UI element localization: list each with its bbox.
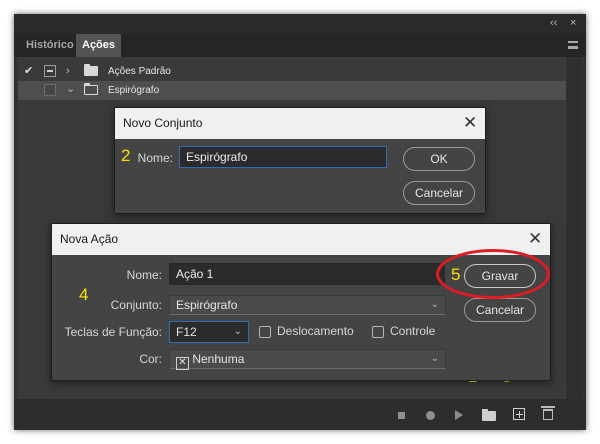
panel-tabbar: Histórico Ações <box>14 34 586 57</box>
set-name-input[interactable] <box>179 146 387 168</box>
ok-button[interactable]: OK <box>403 147 475 171</box>
action-name-input[interactable] <box>169 263 445 285</box>
dialog-toggle-icon[interactable] <box>44 65 56 77</box>
record-icon[interactable] <box>426 411 435 420</box>
shift-checkbox[interactable] <box>259 326 271 338</box>
cancel-button[interactable]: Cancelar <box>403 181 475 205</box>
chevron-down-icon[interactable]: ⌄ <box>66 80 75 99</box>
close-icon[interactable]: ✕ <box>463 114 477 132</box>
close-panel-icon[interactable]: × <box>570 17 576 29</box>
function-key-label: Teclas de Função: <box>64 325 162 339</box>
panel-scrollbar[interactable] <box>566 57 582 399</box>
color-label: Cor: <box>139 352 162 366</box>
set-select[interactable]: Espirógrafo ⌄ <box>169 295 446 315</box>
action-set-label: Ações Padrão <box>108 66 171 77</box>
new-action-icon[interactable] <box>513 408 525 420</box>
control-checkbox[interactable] <box>372 326 384 338</box>
tab-acoes[interactable]: Ações <box>76 34 122 57</box>
toggle-checkmark-icon[interactable]: ✔ <box>24 62 36 81</box>
panel-menu-icon[interactable] <box>568 41 578 49</box>
play-icon[interactable] <box>455 410 463 420</box>
color-select-value: Nenhuma <box>192 352 245 366</box>
shift-label: Deslocamento <box>277 324 354 338</box>
folder-icon <box>84 64 98 76</box>
highlight-circle <box>436 249 550 299</box>
close-icon[interactable]: ✕ <box>528 230 542 248</box>
cancel-button[interactable]: Cancelar <box>464 298 536 322</box>
action-set-row-selected[interactable]: ⌄ Espirógrafo <box>18 81 566 100</box>
tab-historico[interactable]: Histórico <box>20 34 80 57</box>
chevron-down-icon: ⌄ <box>430 353 439 364</box>
new-set-icon[interactable] <box>482 409 496 421</box>
function-key-select[interactable]: F12 ⌄ <box>169 321 249 343</box>
no-color-icon: ✕ <box>176 357 189 370</box>
dialog-toggle-empty-icon[interactable] <box>44 84 56 96</box>
chevron-down-icon: ⌄ <box>430 299 439 310</box>
chevron-down-icon: ⌄ <box>233 326 242 337</box>
chevron-right-icon[interactable]: › <box>66 62 70 81</box>
collapse-icon[interactable]: ‹‹ <box>550 17 557 29</box>
dialog-title: Novo Conjunto <box>115 108 485 139</box>
action-set-row[interactable]: ✔ › Ações Padrão <box>18 62 566 81</box>
action-set-label: Espirógrafo <box>108 85 160 96</box>
stop-icon[interactable] <box>398 412 405 419</box>
new-set-dialog: Novo Conjunto ✕ 2 Nome: OK Cancelar <box>114 107 486 214</box>
control-label: Controle <box>390 324 436 338</box>
name-label: Nome: <box>126 268 162 282</box>
step-marker-2: 2 <box>121 146 131 165</box>
folder-open-icon <box>84 83 98 95</box>
set-select-value: Espirógrafo <box>176 298 238 312</box>
color-select[interactable]: ✕ Nenhuma ⌄ <box>169 349 446 370</box>
new-action-dialog: Nova Ação ✕ 4 Nome: Conjunto: Espirógraf… <box>51 223 551 381</box>
set-label: Conjunto: <box>110 298 162 312</box>
panel-titlebar: ‹‹ × <box>14 14 586 34</box>
trash-icon[interactable] <box>541 406 555 420</box>
panel-toolbar <box>14 399 586 430</box>
function-key-value: F12 <box>176 325 197 339</box>
name-label: Nome: <box>137 151 173 165</box>
